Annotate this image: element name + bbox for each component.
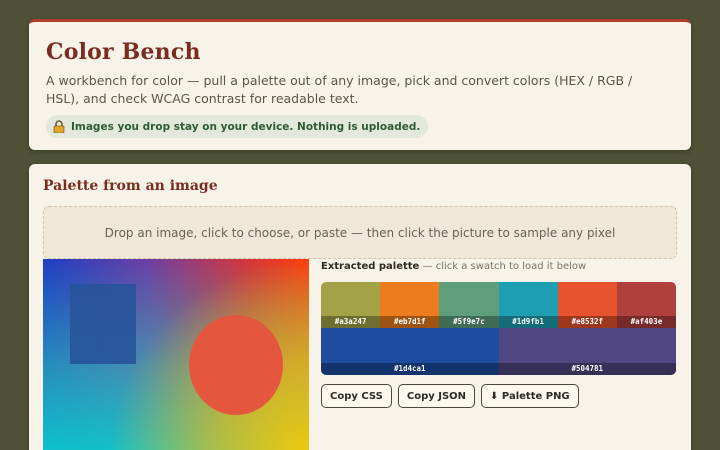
swatch-a3a247[interactable]: #a3a247 [321, 282, 381, 328]
swatch-hex: #a3a247 [321, 316, 381, 328]
swatch-hex: #e8532f [557, 316, 617, 328]
section-title: Palette from an image [43, 178, 218, 194]
palette-heading: Extracted palette — click a swatch to lo… [321, 261, 586, 272]
swatch-504781[interactable]: #504781 [498, 328, 676, 375]
privacy-note: Images you drop stay on your device. Not… [71, 120, 421, 133]
extracted-palette-hint: — click a swatch to load it below [419, 261, 587, 272]
swatch-hex: #eb7d1f [380, 316, 440, 328]
extracted-palette-label: Extracted palette [321, 261, 420, 272]
swatch-hex: #1d9fb1 [498, 316, 558, 328]
palette-swatches: #a3a247 #eb7d1f #5f9e7c #1d9fb1 #e8532f … [321, 282, 676, 375]
palette-card: Palette from an image Drop an image, cli… [29, 164, 691, 450]
swatch-e8532f[interactable]: #e8532f [557, 282, 617, 328]
swatch-eb7d1f[interactable]: #eb7d1f [380, 282, 440, 328]
swatch-af403e[interactable]: #af403e [616, 282, 676, 328]
image-dropzone[interactable]: Drop an image, click to choose, or paste… [43, 206, 677, 259]
copy-css-button[interactable]: Copy CSS [321, 384, 392, 408]
app-description: A workbench for color — pull a palette o… [46, 73, 633, 106]
copy-json-button[interactable]: Copy JSON [397, 384, 476, 408]
palette-actions: Copy CSS Copy JSON ⬇ Palette PNG [321, 384, 579, 408]
dropzone-text: Drop an image, click to choose, or paste… [104, 225, 616, 240]
swatch-5f9e7c[interactable]: #5f9e7c [439, 282, 499, 328]
preview-circle [189, 315, 283, 415]
preview-rectangle [70, 284, 136, 364]
lock-icon [53, 120, 65, 134]
header-card: Color Bench A workbench for color — pull… [29, 19, 691, 150]
swatch-hex: #5f9e7c [439, 316, 499, 328]
download-palette-png-button[interactable]: ⬇ Palette PNG [481, 384, 579, 408]
privacy-badge: Images you drop stay on your device. Not… [46, 115, 429, 138]
swatch-hex: #1d4ca1 [321, 363, 499, 375]
swatch-hex: #af403e [616, 316, 676, 328]
swatch-1d4ca1[interactable]: #1d4ca1 [321, 328, 499, 375]
image-preview[interactable] [43, 259, 309, 450]
app-title: Color Bench [46, 39, 201, 65]
swatch-1d9fb1[interactable]: #1d9fb1 [498, 282, 558, 328]
swatch-hex: #504781 [498, 363, 676, 375]
